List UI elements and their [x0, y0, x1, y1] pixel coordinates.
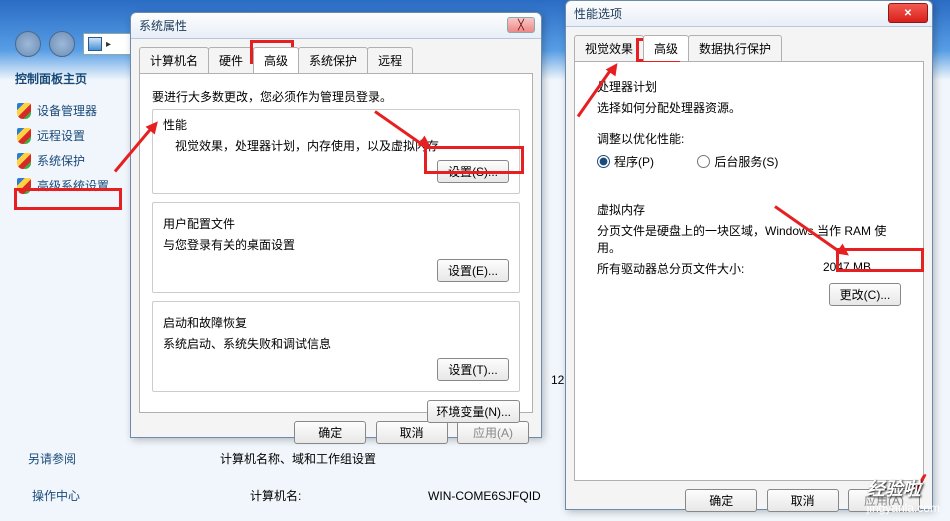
admin-hint: 要进行大多数更改，您必须作为管理员登录。 [152, 88, 520, 105]
tab-body-advanced: 要进行大多数更改，您必须作为管理员登录。 性能 视觉效果，处理器计划，内存使用，… [139, 73, 533, 413]
cut-text: 12 [551, 373, 564, 387]
radio-programs[interactable]: 程序(P) [597, 153, 654, 170]
sidebar-item-label: 设备管理器 [37, 102, 97, 119]
sidebar-item-label: 系统保护 [37, 152, 85, 169]
computer-name-row: 计算机名: WIN-COME6SJFQID [250, 487, 541, 504]
dialog-titlebar[interactable]: 系统属性 ╳ [131, 13, 541, 39]
control-panel-sidebar: 控制面板主页 设备管理器 远程设置 系统保护 高级系统设置 [15, 70, 125, 199]
adjust-label: 调整以优化性能: [597, 130, 901, 147]
vm-desc: 分页文件是硬盘上的一块区域，Windows 当作 RAM 使用。 [597, 222, 901, 256]
radio-services-label: 后台服务(S) [714, 153, 778, 170]
tab-body-advanced: 处理器计划 选择如何分配处理器资源。 调整以优化性能: 程序(P) 后台服务(S… [574, 61, 924, 481]
vm-group: 虚拟内存 分页文件是硬盘上的一块区域，Windows 当作 RAM 使用。 所有… [587, 195, 911, 314]
watermark-brand: 经验啦 [867, 479, 921, 499]
startup-group: 启动和故障恢复 系统启动、系统失败和调试信息 设置(T)... [152, 301, 520, 392]
profile-title: 用户配置文件 [163, 215, 509, 232]
computer-icon [88, 37, 102, 51]
close-button[interactable]: ╳ [507, 17, 535, 33]
tab-advanced[interactable]: 高级 [253, 47, 299, 73]
perf-settings-button[interactable]: 设置(S)... [437, 160, 509, 183]
shield-icon [17, 153, 31, 169]
dialog-title: 系统属性 [139, 17, 187, 34]
tab-strip: 计算机名 硬件 高级 系统保护 远程 [131, 39, 541, 73]
computer-name-value: WIN-COME6SJFQID [428, 489, 541, 503]
tab-visual-effects[interactable]: 视觉效果 [574, 35, 644, 61]
startup-desc: 系统启动、系统失败和调试信息 [163, 335, 509, 352]
perf-desc: 视觉效果，处理器计划，内存使用，以及虚拟内存 [175, 137, 509, 154]
system-properties-dialog: 系统属性 ╳ 计算机名 硬件 高级 系统保护 远程 要进行大多数更改，您必须作为… [130, 12, 542, 438]
computer-name-label: 计算机名: [250, 489, 301, 503]
tab-computer-name[interactable]: 计算机名 [139, 47, 209, 73]
cancel-button[interactable]: 取消 [767, 489, 839, 512]
ok-button[interactable]: 确定 [294, 421, 366, 444]
close-icon: ✕ [904, 8, 912, 19]
ok-button[interactable]: 确定 [685, 489, 757, 512]
performance-options-dialog: 性能选项 ✕ 视觉效果 高级 数据执行保护 处理器计划 选择如何分配处理器资源。… [565, 0, 933, 510]
radio-services-input[interactable] [697, 155, 710, 168]
change-button[interactable]: 更改(C)... [829, 283, 901, 306]
radio-programs-input[interactable] [597, 155, 610, 168]
shield-icon [17, 128, 31, 144]
tab-remote[interactable]: 远程 [367, 47, 413, 73]
vm-total-value: 2047 MB [823, 260, 871, 274]
sidebar-item-device-manager[interactable]: 设备管理器 [15, 99, 125, 122]
sidebar-title: 控制面板主页 [15, 70, 125, 87]
watermark-url: jingyanla.com [867, 501, 940, 515]
forward-button[interactable] [49, 31, 75, 57]
startup-settings-button[interactable]: 设置(T)... [437, 358, 509, 381]
sidebar-item-remote[interactable]: 远程设置 [15, 124, 125, 147]
startup-title: 启动和故障恢复 [163, 314, 509, 331]
tab-hardware[interactable]: 硬件 [208, 47, 254, 73]
performance-group: 性能 视觉效果，处理器计划，内存使用，以及虚拟内存 设置(S)... [152, 109, 520, 194]
perf-title: 性能 [163, 116, 509, 133]
vm-title: 虚拟内存 [597, 201, 901, 218]
watermark: 经验啦 jingyanla.com [867, 475, 940, 515]
back-button[interactable] [15, 31, 41, 57]
chevron-icon: ▸ [106, 39, 111, 50]
tab-protection[interactable]: 系统保护 [298, 47, 368, 73]
radio-services[interactable]: 后台服务(S) [697, 153, 778, 170]
cancel-button[interactable]: 取消 [376, 421, 448, 444]
sidebar-item-protection[interactable]: 系统保护 [15, 149, 125, 172]
close-button[interactable]: ✕ [888, 3, 928, 23]
dialog-title: 性能选项 [574, 5, 622, 22]
dialog-titlebar[interactable]: 性能选项 ✕ [566, 1, 932, 27]
sched-title: 处理器计划 [597, 78, 901, 95]
sidebar-item-label: 高级系统设置 [37, 177, 109, 194]
tab-dep[interactable]: 数据执行保护 [688, 35, 782, 61]
tab-strip: 视觉效果 高级 数据执行保护 [566, 27, 932, 61]
action-center-link[interactable]: 操作中心 [28, 485, 84, 506]
shield-icon [17, 178, 31, 194]
vm-total-label: 所有驱动器总分页文件大小: [597, 262, 744, 276]
scheduler-group: 处理器计划 选择如何分配处理器资源。 调整以优化性能: 程序(P) 后台服务(S… [587, 72, 911, 183]
sidebar-item-advanced[interactable]: 高级系统设置 [15, 174, 125, 197]
dialog-buttons: 确定 取消 应用(A) [131, 421, 541, 452]
radio-programs-label: 程序(P) [614, 153, 654, 170]
tab-advanced[interactable]: 高级 [643, 35, 689, 61]
apply-button[interactable]: 应用(A) [457, 421, 529, 444]
profile-desc: 与您登录有关的桌面设置 [163, 236, 509, 253]
profile-group: 用户配置文件 与您登录有关的桌面设置 设置(E)... [152, 202, 520, 293]
env-vars-button[interactable]: 环境变量(N)... [427, 400, 520, 423]
close-icon: ╳ [518, 20, 524, 31]
see-also-heading: 另请参阅 [28, 450, 76, 467]
shield-icon [17, 103, 31, 119]
sidebar-item-label: 远程设置 [37, 127, 85, 144]
computer-name-section-heading: 计算机名称、域和工作组设置 [220, 450, 376, 467]
sched-desc: 选择如何分配处理器资源。 [597, 99, 901, 116]
profile-settings-button[interactable]: 设置(E)... [437, 259, 509, 282]
